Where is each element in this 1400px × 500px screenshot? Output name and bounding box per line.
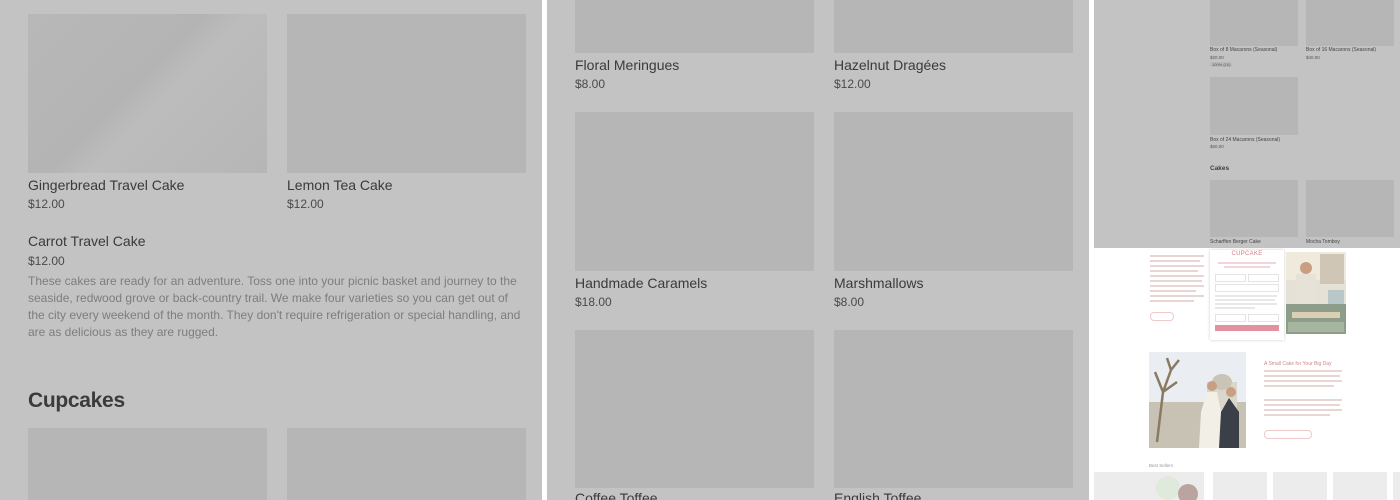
email-field[interactable] <box>1215 284 1279 292</box>
product-name[interactable]: Mocha Tomboy <box>1306 239 1340 245</box>
product-card[interactable] <box>1333 472 1387 500</box>
product-image[interactable] <box>1306 180 1394 237</box>
product-image-handmade-caramels[interactable] <box>575 112 814 271</box>
product-name[interactable]: English Toffee <box>834 490 921 500</box>
wedding-cakes-button[interactable] <box>1264 430 1312 439</box>
product-panel-confections: Floral Meringues $8.00 Hazelnut Dragées … <box>547 0 1089 500</box>
product-price: $20.00 <box>1210 55 1224 60</box>
product-price: $18.00 <box>575 295 612 309</box>
product-price: $8.00 <box>834 295 865 309</box>
product-image[interactable] <box>1210 0 1298 46</box>
product-image[interactable] <box>1210 77 1298 135</box>
product-image-floral-meringues[interactable] <box>575 0 814 53</box>
product-image[interactable] <box>1210 180 1298 237</box>
product-name[interactable]: Coffee Toffee <box>575 490 658 500</box>
product-name[interactable]: Floral Meringues <box>575 57 679 73</box>
read-more-button[interactable] <box>1150 312 1174 321</box>
product-image-coffee-toffee[interactable] <box>575 330 814 488</box>
product-name[interactable]: Hazelnut Dragées <box>834 57 946 73</box>
best-sellers-heading: Best Sellers <box>1149 463 1174 468</box>
product-price: $12.00 <box>834 77 871 91</box>
product-image-hazelnut-dragees[interactable] <box>834 0 1073 53</box>
product-name[interactable]: Scharffen Berger Cake <box>1210 239 1261 245</box>
birthday-field[interactable] <box>1215 314 1246 322</box>
zip-field[interactable] <box>1248 314 1279 322</box>
featured-product-name[interactable]: Carrot Travel Cake <box>28 233 145 249</box>
product-price: $8.00 <box>575 77 606 91</box>
site-overview-panel: Box of 8 Macarons (Seasonal) $20.00 100%… <box>1094 0 1400 500</box>
product-name[interactable]: Marshmallows <box>834 275 923 291</box>
product-name[interactable]: Box of 16 Macarons (Seasonal) <box>1306 47 1376 53</box>
catalog-thumbnail: Box of 8 Macarons (Seasonal) $20.00 100%… <box>1094 0 1400 248</box>
section-heading-cakes: Cakes <box>1210 165 1230 172</box>
product-name[interactable]: Lemon Tea Cake <box>287 177 393 193</box>
product-image-marshmallows[interactable] <box>834 112 1073 271</box>
storefront-photo <box>1286 252 1346 334</box>
product-name[interactable]: Gingerbread Travel Cake <box>28 177 184 193</box>
product-price: $12.00 <box>287 197 324 211</box>
subscribe-button[interactable] <box>1215 325 1279 331</box>
product-panel-cakes: Gingerbread Travel Cake $12.00 Lemon Tea… <box>0 0 542 500</box>
product-price: $40.00 <box>1306 55 1320 60</box>
rating-badge: 100% (10) <box>1210 62 1233 67</box>
product-image[interactable] <box>287 428 526 500</box>
product-image[interactable] <box>1306 0 1394 46</box>
section-heading-cupcakes: Cupcakes <box>28 389 125 412</box>
product-photo[interactable] <box>1094 472 1204 500</box>
product-card[interactable] <box>1393 472 1400 500</box>
product-image-lemon[interactable] <box>287 14 526 173</box>
product-card[interactable] <box>1273 472 1327 500</box>
featured-product-price: $12.00 <box>28 254 65 268</box>
wedding-heading: A Small Cake for Your Big Day <box>1264 361 1332 367</box>
product-name[interactable]: Handmade Caramels <box>575 275 707 291</box>
first-name-field[interactable] <box>1215 274 1246 282</box>
product-image[interactable] <box>28 428 267 500</box>
newsletter-modal: CUPCAKE <box>1210 250 1284 340</box>
product-card[interactable] <box>1213 472 1267 500</box>
product-price: $60.00 <box>1210 144 1224 149</box>
featured-product-description: These cakes are ready for an adventure. … <box>28 274 521 339</box>
product-image-english-toffee[interactable] <box>834 330 1073 488</box>
last-name-field[interactable] <box>1248 274 1279 282</box>
product-name[interactable]: Box of 24 Macarons (Seasonal) <box>1210 137 1280 143</box>
product-name[interactable]: Box of 8 Macarons (Seasonal) <box>1210 47 1277 53</box>
wedding-photo <box>1149 352 1246 448</box>
product-price: $12.00 <box>28 197 65 211</box>
modal-title: CUPCAKE <box>1231 251 1263 257</box>
product-image-gingerbread[interactable] <box>28 14 267 173</box>
